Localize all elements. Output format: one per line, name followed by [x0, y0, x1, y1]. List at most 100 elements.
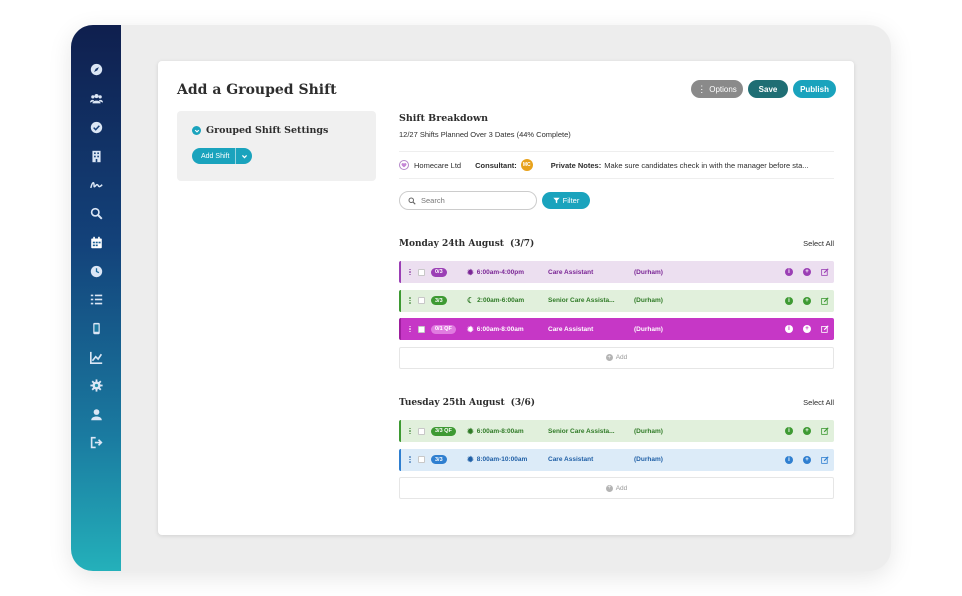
user-icon[interactable]	[89, 407, 103, 421]
shift-actions: i +	[785, 325, 829, 333]
shift-checkbox[interactable]	[418, 456, 425, 463]
add-circle-icon[interactable]: +	[803, 455, 811, 464]
add-circle-icon[interactable]: +	[803, 325, 811, 333]
building-icon[interactable]	[89, 149, 103, 163]
search-icon	[408, 197, 416, 205]
sun-icon: ✹	[467, 324, 474, 334]
shift-time-text: 8:00am-10:00am	[476, 456, 528, 463]
shift-checkbox[interactable]	[418, 325, 425, 333]
list-icon[interactable]	[89, 292, 103, 306]
edit-icon[interactable]	[821, 455, 829, 464]
shift-time: ✹ 6:00am-8:00am	[467, 325, 524, 334]
notes-label: Private Notes:	[550, 160, 602, 170]
info-icon[interactable]: i	[785, 268, 793, 276]
add-circle-icon[interactable]: +	[803, 268, 811, 276]
mobile-icon[interactable]	[89, 321, 103, 335]
shift-location: (Durham)	[634, 456, 663, 463]
calendar-icon[interactable]	[89, 235, 103, 249]
shift-checkbox[interactable]	[418, 268, 425, 276]
filter-button[interactable]: Filter	[542, 192, 590, 209]
fill-badge: 0/1 QF	[431, 324, 456, 334]
fill-badge: 3/3	[431, 296, 447, 305]
search-icon[interactable]	[89, 206, 103, 220]
client-logo-icon	[399, 160, 409, 170]
add-shift-button[interactable]: Add Shift	[192, 153, 235, 160]
shift-row[interactable]: 3/3 ☾ 2:00am-6:00am Senior Care Assista... (…	[399, 289, 834, 312]
shift-actions: i +	[785, 296, 829, 305]
drag-handle-icon[interactable]	[409, 427, 412, 435]
shift-row[interactable]: 3/3 ✹ 8:00am-10:00am Care Assistant (Durham)…	[399, 448, 834, 471]
moon-icon: ☾	[467, 296, 475, 305]
grouped-shift-card: Add a Grouped Shift ⋮ Options Save Publi…	[158, 61, 854, 535]
grouped-shift-settings-panel: Grouped Shift Settings Add Shift	[177, 111, 376, 181]
add-circle-icon[interactable]: +	[803, 427, 811, 435]
plus-icon: +	[605, 354, 613, 361]
day-date: Monday 24th August	[399, 239, 504, 249]
add-label: Add	[615, 484, 628, 492]
shift-time: ☾ 2:00am-6:00am	[467, 296, 524, 305]
drag-handle-icon[interactable]	[409, 297, 412, 304]
shift-actions: i +	[785, 427, 829, 435]
day-date: Tuesday 25th August	[399, 398, 505, 408]
day-count: (3/6)	[510, 398, 535, 408]
client-name[interactable]: Homecare Ltd	[414, 161, 461, 170]
add-shift-row-button[interactable]: + Add	[399, 346, 834, 369]
add-shift-dropdown[interactable]	[235, 148, 252, 164]
drag-handle-icon[interactable]	[409, 325, 412, 333]
shift-checkbox[interactable]	[418, 427, 425, 435]
settings-title: Grouped Shift Settings	[206, 125, 329, 136]
settings-toggle[interactable]: Grouped Shift Settings	[192, 125, 328, 136]
shift-role: Care Assistant	[548, 456, 594, 463]
info-icon[interactable]: i	[785, 427, 793, 435]
sign-out-icon[interactable]	[89, 435, 103, 449]
consultant-label: Consultant:	[475, 160, 517, 170]
top-actions: ⋮ Options Save Publish	[691, 80, 836, 98]
breakdown-summary: 12/27 Shifts Planned Over 3 Dates (44% C…	[399, 130, 571, 139]
users-icon[interactable]	[89, 91, 103, 105]
save-button[interactable]: Save	[748, 80, 788, 98]
shift-actions: i +	[785, 268, 829, 276]
gear-icon[interactable]	[89, 378, 103, 392]
clock-icon[interactable]	[89, 264, 103, 278]
info-icon[interactable]: i	[785, 296, 793, 305]
signature-icon[interactable]	[89, 178, 103, 192]
chart-icon[interactable]	[89, 350, 103, 364]
shift-location: (Durham)	[634, 325, 663, 333]
shift-checkbox[interactable]	[418, 297, 425, 304]
fill-badge: 0/3	[431, 267, 447, 277]
options-label: Options	[709, 84, 737, 94]
add-circle-icon[interactable]: +	[803, 296, 811, 305]
edit-icon[interactable]	[821, 296, 829, 305]
page-title: Add a Grouped Shift	[177, 82, 337, 98]
sun-icon: ✹	[467, 455, 474, 464]
shift-row[interactable]: 0/1 QF ✹ 6:00am-8:00am Care Assistant (Durha…	[399, 318, 834, 340]
publish-button[interactable]: Publish	[793, 80, 836, 98]
fill-badge: 3/3	[431, 455, 447, 464]
options-button[interactable]: ⋮ Options	[691, 80, 743, 98]
shift-time: ✹ 8:00am-10:00am	[467, 455, 527, 464]
edit-icon[interactable]	[821, 427, 829, 435]
shift-info-row: Homecare Ltd Consultant: MC Private Note…	[399, 151, 834, 179]
notes-text: Make sure candidates check in with the m…	[604, 160, 809, 170]
day-title: Monday 24th August (3/7)	[399, 239, 534, 249]
info-icon[interactable]: i	[785, 325, 793, 333]
compass-icon[interactable]	[89, 62, 103, 76]
edit-icon[interactable]	[821, 325, 829, 333]
search-input[interactable]	[421, 196, 521, 205]
plus-icon: +	[605, 484, 613, 492]
drag-handle-icon[interactable]	[409, 456, 412, 463]
edit-icon[interactable]	[821, 268, 829, 276]
shift-role: Senior Care Assista...	[548, 297, 615, 304]
add-shift-row-button[interactable]: + Add	[399, 477, 834, 499]
drag-handle-icon[interactable]	[409, 268, 412, 276]
shift-time: ✹ 6:00am-4:00pm	[467, 268, 524, 277]
check-circle-icon[interactable]	[89, 120, 103, 134]
day-count: (3/7)	[509, 239, 535, 249]
consultant-avatar[interactable]: MC	[520, 159, 533, 171]
select-all-link[interactable]: Select All	[803, 398, 834, 407]
shift-time-text: 6:00am-8:00am	[476, 427, 524, 435]
shift-row[interactable]: 3/3 QF ✹ 6:00am-8:00am Senior Care Assista.…	[399, 420, 834, 442]
shift-row[interactable]: 0/3 ✹ 6:00am-4:00pm Care Assistant (Durham) i…	[399, 261, 834, 283]
select-all-link[interactable]: Select All	[803, 239, 834, 248]
info-icon[interactable]: i	[785, 455, 793, 464]
